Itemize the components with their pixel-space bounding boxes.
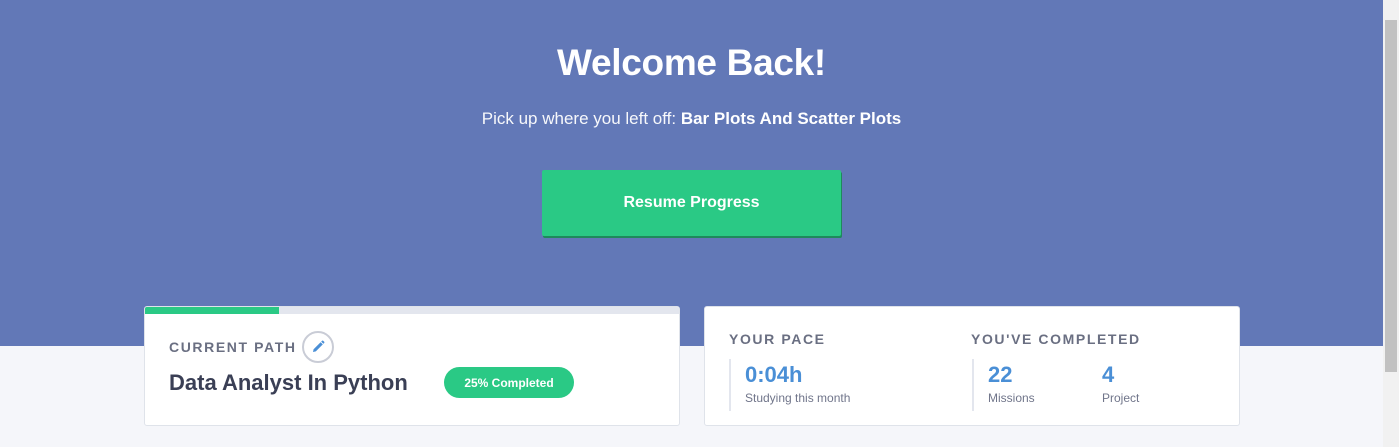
resume-progress-button[interactable]: Resume Progress: [542, 170, 841, 236]
pencil-icon: [313, 340, 325, 352]
pace-stat: 0:04h Studying this month: [729, 359, 931, 411]
vertical-scrollbar[interactable]: [1383, 0, 1399, 447]
path-progress-bar: [145, 307, 679, 314]
your-pace-label: YOUR PACE: [729, 331, 826, 347]
hero-banner: Welcome Back! Pick up where you left off…: [0, 0, 1383, 346]
scrollbar-thumb[interactable]: [1385, 20, 1397, 372]
stats-card: YOUR PACE 0:04h Studying this month YOU'…: [704, 306, 1240, 426]
last-lesson-name: Bar Plots And Scatter Plots: [680, 109, 902, 128]
missions-stat: 22 Missions: [972, 359, 1084, 411]
current-path-card: CURRENT PATH Data Analyst In Python 25% …: [144, 306, 680, 426]
welcome-title: Welcome Back!: [557, 42, 826, 83]
projects-stat: 4 Project: [1102, 359, 1202, 411]
missions-count: 22: [988, 362, 1013, 387]
edit-path-button[interactable]: [302, 331, 334, 363]
missions-caption: Missions: [988, 391, 1035, 405]
resume-subtitle-lead: Pick up where you left off:: [481, 109, 681, 128]
pace-value: 0:04h: [745, 362, 803, 387]
completed-label: YOU'VE COMPLETED: [971, 331, 1141, 347]
projects-count: 4: [1102, 362, 1115, 387]
current-path-label: CURRENT PATH: [169, 339, 297, 355]
pace-caption: Studying this month: [745, 391, 851, 405]
resume-subtitle: Pick up where you left off: Bar Plots An…: [0, 109, 1383, 129]
path-name: Data Analyst In Python: [169, 370, 408, 395]
path-completion-badge: 25% Completed: [444, 367, 574, 398]
projects-caption: Project: [1102, 391, 1140, 405]
path-progress-fill: [145, 307, 279, 314]
